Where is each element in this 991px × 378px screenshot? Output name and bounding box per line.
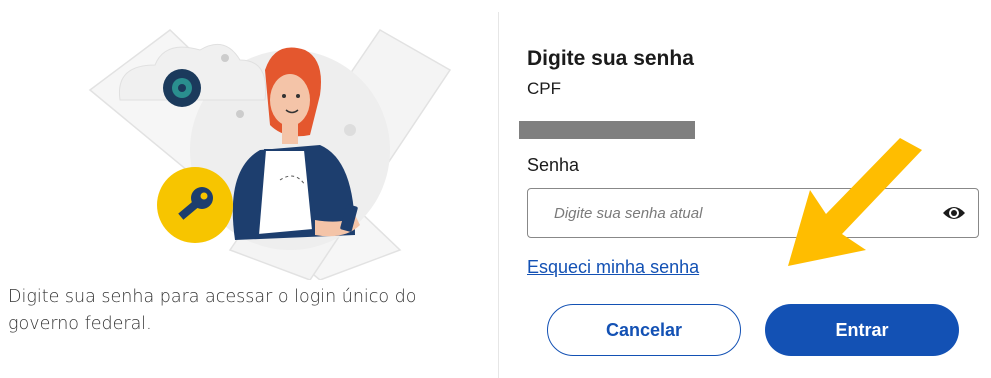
cpf-value-redacted xyxy=(519,121,695,139)
eye-icon[interactable] xyxy=(942,203,966,223)
person-with-key-illustration xyxy=(88,29,452,280)
arrow-icon xyxy=(788,138,922,266)
submit-button[interactable]: Entrar xyxy=(765,304,959,356)
forgot-password-link[interactable]: Esqueci minha senha xyxy=(527,257,699,278)
illustration-panel: Digite sua senha para acessar o login ún… xyxy=(0,0,498,378)
password-label: Senha xyxy=(527,155,580,175)
form-title: Digite sua senha xyxy=(527,47,694,70)
cpf-label: CPF xyxy=(527,79,561,98)
cancel-button[interactable]: Cancelar xyxy=(547,304,741,356)
login-description: Digite sua senha para acessar o login ún… xyxy=(8,287,417,334)
